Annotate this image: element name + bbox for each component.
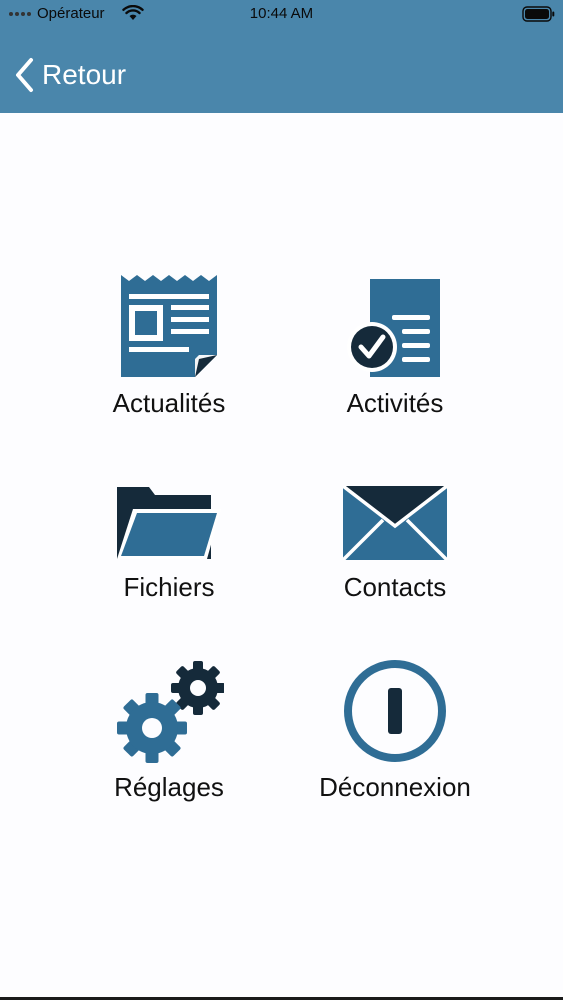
folder-icon xyxy=(117,487,221,559)
menu-item-activities-label: Activités xyxy=(346,388,444,418)
menu-item-contacts-label: Contacts xyxy=(343,572,447,602)
menu-item-settings[interactable]: Réglages xyxy=(69,656,269,836)
menu-item-logout[interactable]: Déconnexion xyxy=(295,656,495,836)
gears-icon xyxy=(117,661,224,763)
chevron-left-icon xyxy=(16,58,33,92)
battery-icon xyxy=(522,6,555,22)
power-icon xyxy=(344,660,446,762)
menu-item-activities[interactable]: Activités xyxy=(295,272,495,452)
status-bar: Opérateur 10:44 AM xyxy=(0,0,563,28)
newspaper-icon xyxy=(121,275,217,377)
checklist-document-icon xyxy=(347,279,440,377)
menu-item-contacts[interactable]: Contacts xyxy=(295,480,495,660)
menu-item-news-label: Actualités xyxy=(112,388,226,418)
nav-header: Opérateur 10:44 AM Retour xyxy=(0,0,563,113)
status-time: 10:44 AM xyxy=(249,5,314,22)
back-button[interactable]: Retour xyxy=(14,56,126,94)
envelope-icon xyxy=(343,486,447,560)
back-button-label: Retour xyxy=(42,59,127,90)
menu-item-files[interactable]: Fichiers xyxy=(69,480,269,660)
menu-item-settings-label: Réglages xyxy=(114,772,224,802)
menu-item-logout-label: Déconnexion xyxy=(319,772,471,802)
menu-item-news[interactable]: Actualités xyxy=(69,272,269,452)
menu-item-files-label: Fichiers xyxy=(123,572,215,602)
